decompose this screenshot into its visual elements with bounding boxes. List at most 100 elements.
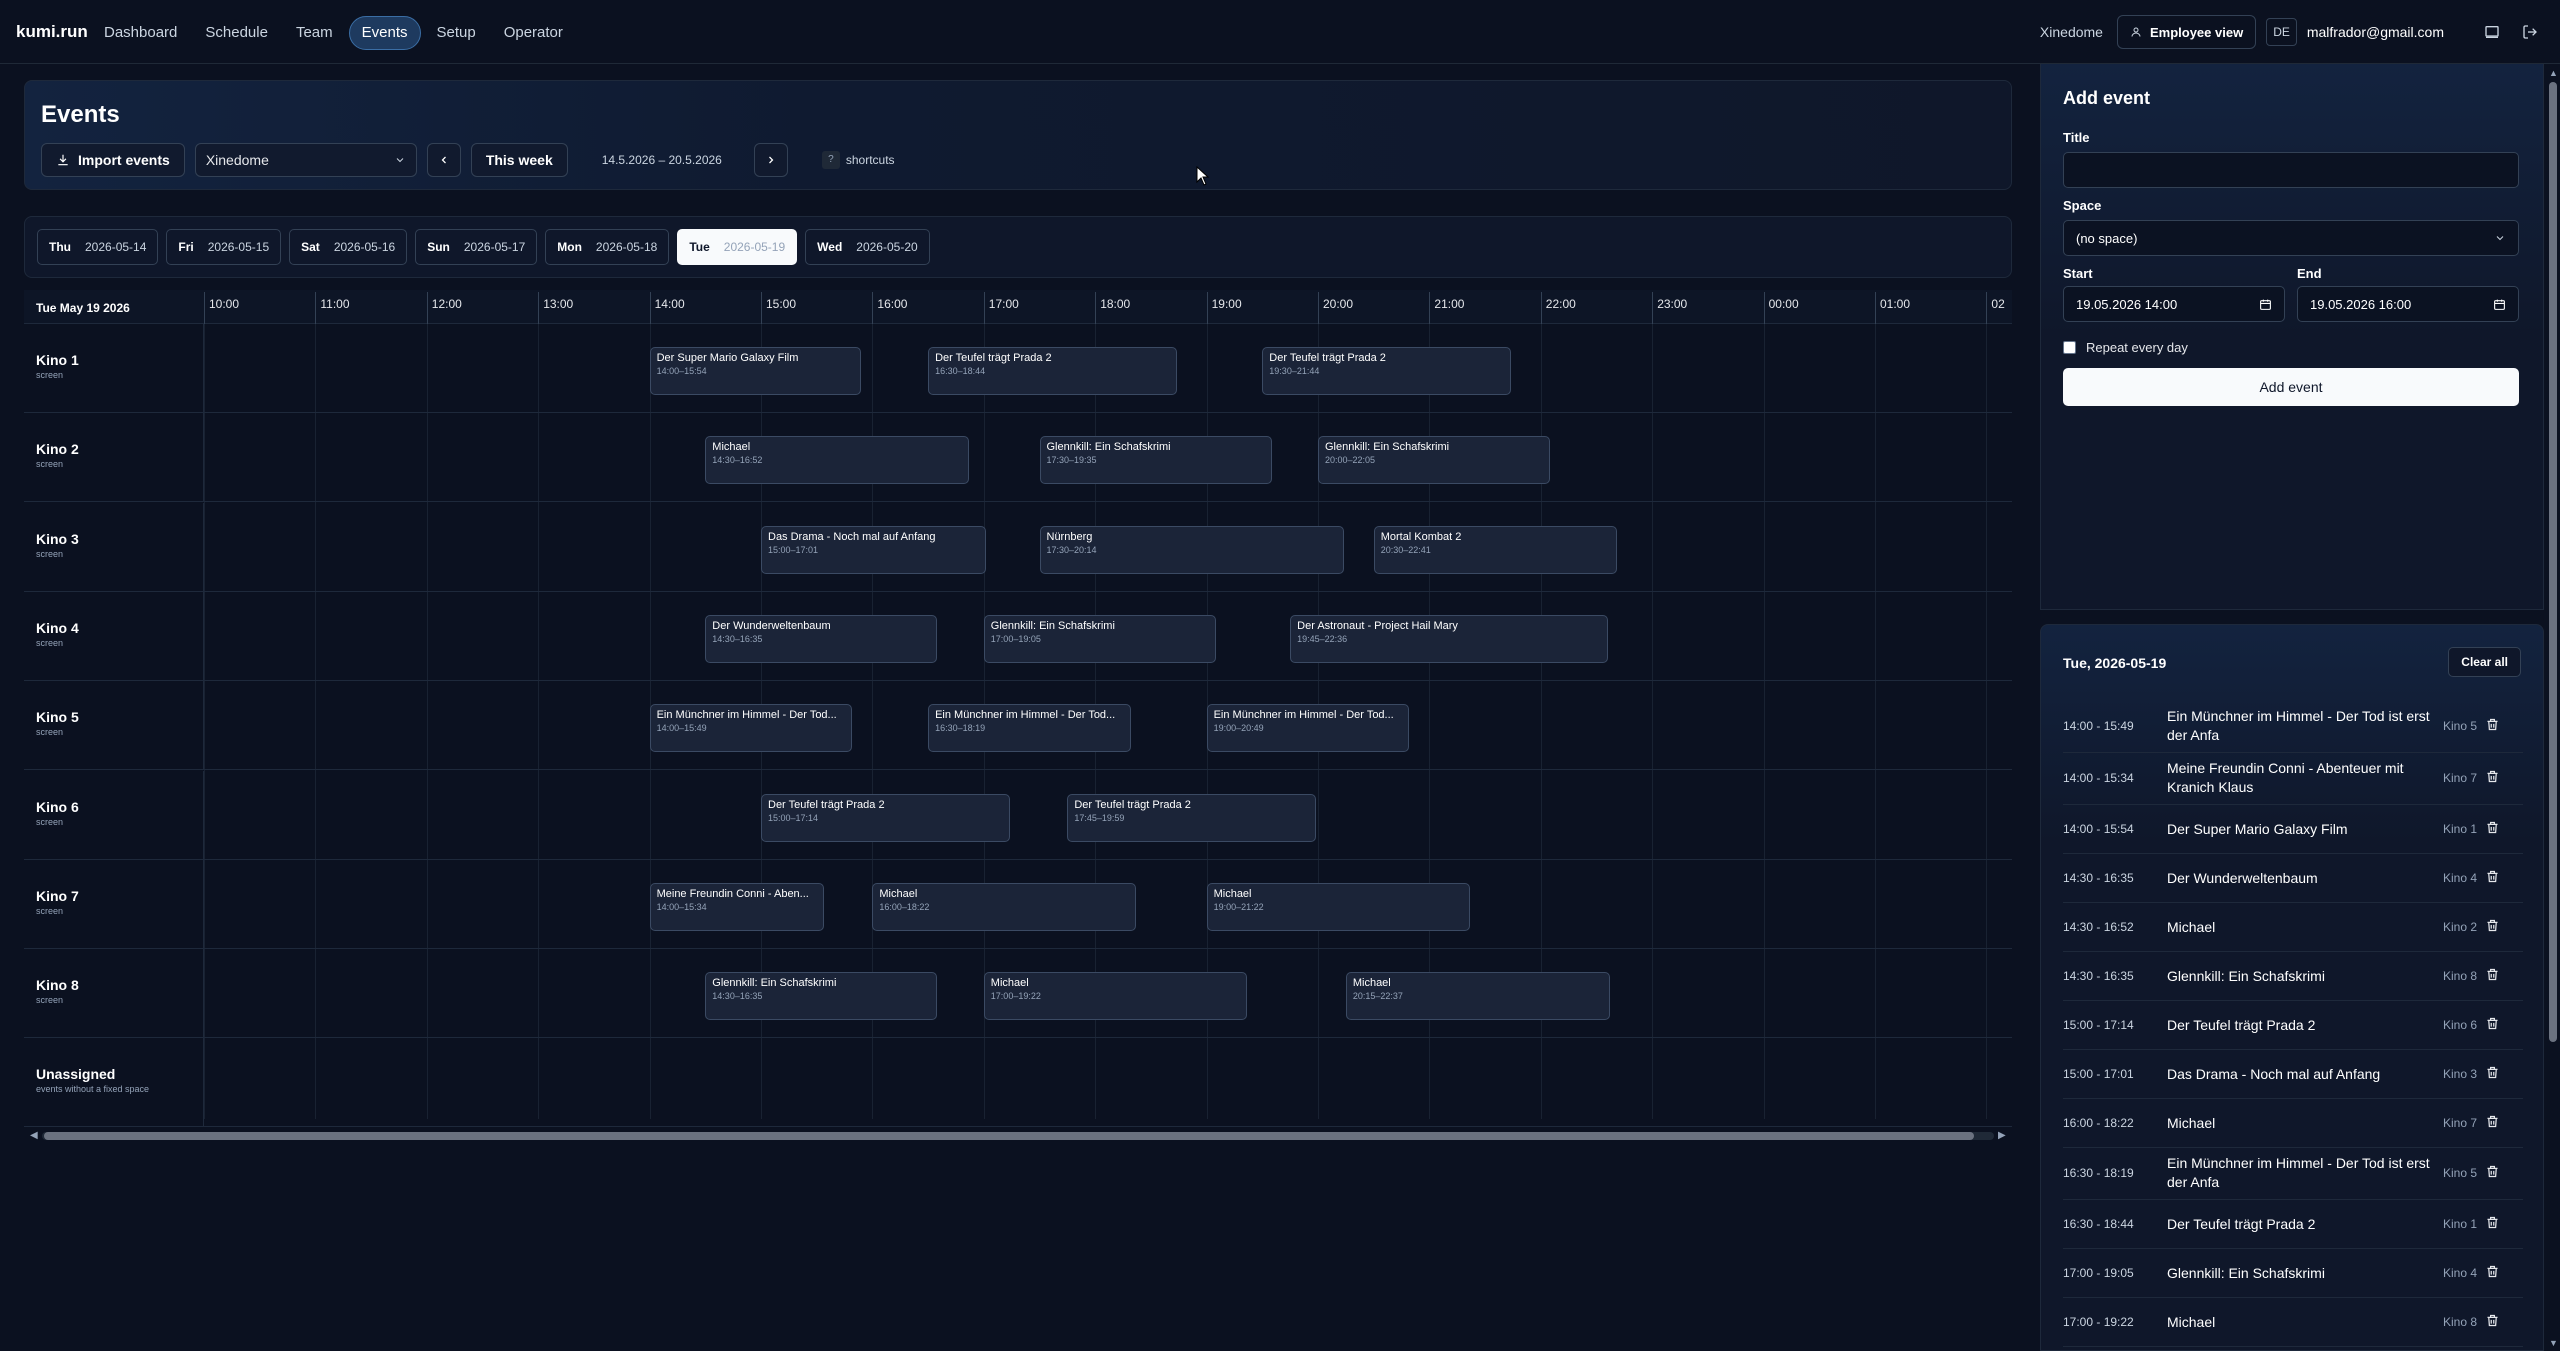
list-item[interactable]: 14:30 - 16:52 Michael Kino 2 (2063, 903, 2523, 952)
trash-icon[interactable] (2485, 820, 2505, 840)
trash-icon[interactable] (2485, 1313, 2505, 1333)
event-block[interactable]: Glennkill: Ein Schafskrimi 20:00–22:05 (1318, 436, 1551, 485)
event-block[interactable]: Ein Münchner im Himmel - Der Tod... 19:00… (1206, 704, 1409, 753)
day-tab-tue[interactable]: Tue 2026-05-19 (677, 229, 798, 265)
nav-link-team[interactable]: Team (284, 16, 345, 50)
event-block[interactable]: Ein Münchner im Himmel - Der Tod... 16:30… (928, 704, 1131, 753)
event-block[interactable]: Michael 17:00–19:22 (983, 972, 1248, 1021)
horizontal-scrollbar[interactable]: ◀ ▶ (24, 1128, 2012, 1142)
event-block[interactable]: Ein Münchner im Himmel - Der Tod... 14:00… (649, 704, 852, 753)
vertical-scrollbar[interactable]: ▲ ▼ (2546, 64, 2560, 1351)
event-block[interactable]: Der Teufel trägt Prada 2 17:45–19:59 (1067, 793, 1317, 842)
event-block[interactable]: Michael 14:30–16:52 (705, 436, 969, 485)
employee-view-button[interactable]: Employee view (2116, 15, 2257, 49)
add-event-button[interactable]: Add event (2063, 368, 2519, 406)
calendar-icon[interactable] (2259, 298, 2272, 311)
hour-label: 21:00 (1429, 292, 1464, 324)
nav-link-setup[interactable]: Setup (425, 16, 488, 50)
trash-icon[interactable] (2485, 1264, 2505, 1284)
import-events-button[interactable]: Import events (41, 143, 185, 177)
list-item[interactable]: 14:30 - 16:35 Glennkill: Ein Schafskrimi K… (2063, 952, 2523, 1001)
event-block[interactable]: Der Astronaut - Project Hail Mary 19:45–2… (1290, 614, 1608, 663)
trash-icon[interactable] (2485, 1016, 2505, 1036)
brand-logo[interactable]: kumi.run (16, 22, 88, 42)
list-item-title: Meine Freundin Conni - Abenteuer mit Kra… (2167, 760, 2404, 795)
event-title: Meine Freundin Conni - Aben... (656, 887, 809, 900)
language-switch[interactable]: DE (2266, 18, 2297, 46)
day-tab-sun[interactable]: Sun 2026-05-17 (415, 229, 538, 265)
trash-icon[interactable] (2485, 717, 2505, 737)
event-block[interactable]: Glennkill: Ein Schafskrimi 17:30–19:35 (1039, 436, 1272, 485)
event-block[interactable]: Glennkill: Ein Schafskrimi 14:30–16:35 (705, 972, 938, 1021)
shortcuts-hint[interactable]: ? shortcuts (821, 151, 895, 169)
event-block[interactable]: Der Teufel trägt Prada 2 15:00–17:14 (761, 793, 1010, 842)
trash-icon[interactable] (2485, 967, 2505, 987)
trash-icon[interactable] (2485, 769, 2505, 789)
space-label: Kino 5 screen (24, 681, 204, 770)
scroll-right-arrow[interactable]: ▶ (1998, 1130, 2006, 1141)
list-item[interactable]: 14:30 - 16:35 Der Wunderweltenbaum Kino 4 (2063, 854, 2523, 903)
space-type: screen (36, 727, 64, 738)
event-block[interactable]: Michael 16:00–18:22 (872, 882, 1137, 931)
event-time: 17:00–19:05 (990, 633, 1041, 644)
list-item[interactable]: 15:00 - 17:01 Das Drama - Noch mal auf An… (2063, 1050, 2523, 1099)
trash-icon[interactable] (2485, 1164, 2505, 1184)
list-item[interactable]: 14:00 - 15:54 Der Super Mario Galaxy Film… (2063, 805, 2523, 854)
day-tab-mon[interactable]: Mon 2026-05-18 (545, 229, 670, 265)
book-icon[interactable] (2478, 18, 2506, 46)
event-block[interactable]: Meine Freundin Conni - Aben... 14:00–15:3… (649, 882, 825, 931)
list-item-space: Kino 3 (2443, 1066, 2478, 1081)
event-block[interactable]: Glennkill: Ein Schafskrimi 17:00–19:05 (983, 614, 1216, 663)
repeat-daily-row: Repeat every day (2063, 340, 2188, 355)
list-item[interactable]: 14:00 - 15:34 Meine Freundin Conni - Aben… (2063, 753, 2523, 805)
list-item[interactable]: 16:00 - 18:22 Michael Kino 7 (2063, 1099, 2523, 1148)
scroll-thumb[interactable] (44, 1132, 1974, 1140)
start-datetime-input[interactable]: 19.05.2026 14:00 (2063, 286, 2285, 322)
event-block[interactable]: Mortal Kombat 2 20:30–22:41 (1373, 525, 1617, 574)
nav-link-operator[interactable]: Operator (492, 16, 575, 50)
nav-link-dashboard[interactable]: Dashboard (92, 16, 189, 50)
trash-icon[interactable] (2485, 1215, 2505, 1235)
event-block[interactable]: Nürnberg 17:30–20:14 (1039, 525, 1344, 574)
next-week-button[interactable] (753, 143, 788, 177)
list-item[interactable]: 15:00 - 17:14 Der Teufel trägt Prada 2 Kin… (2063, 1001, 2523, 1050)
scroll-left-arrow[interactable]: ◀ (30, 1130, 38, 1141)
day-tab-thu[interactable]: Thu 2026-05-14 (37, 229, 159, 265)
list-item[interactable]: 14:00 - 15:49 Ein Münchner im Himmel - De… (2063, 701, 2523, 753)
prev-week-button[interactable] (426, 143, 461, 177)
event-block[interactable]: Der Teufel trägt Prada 2 19:30–21:44 (1262, 347, 1512, 395)
event-block[interactable]: Der Super Mario Galaxy Film 14:00–15:54 (649, 347, 862, 395)
this-week-button[interactable]: This week (470, 143, 568, 177)
day-tab-sat[interactable]: Sat 2026-05-16 (289, 229, 408, 265)
nav-link-schedule[interactable]: Schedule (193, 16, 280, 50)
event-block[interactable]: Der Teufel trägt Prada 2 16:30–18:44 (928, 347, 1177, 395)
scroll-up-arrow[interactable]: ▲ (2549, 68, 2558, 78)
clear-all-button[interactable]: Clear all (2448, 647, 2521, 677)
day-tab-fri[interactable]: Fri 2026-05-15 (166, 229, 282, 265)
logout-icon[interactable] (2516, 18, 2544, 46)
calendar-icon[interactable] (2493, 298, 2506, 311)
start-datetime-value: 19.05.2026 14:00 (2076, 296, 2178, 312)
space-select[interactable]: (no space) (2063, 220, 2519, 256)
space-label: Kino 4 screen (24, 591, 204, 680)
list-item[interactable]: 17:00 - 19:22 Michael Kino 8 (2063, 1298, 2523, 1347)
trash-icon[interactable] (2485, 918, 2505, 938)
trash-icon[interactable] (2485, 1114, 2505, 1134)
event-block[interactable]: Michael 20:15–22:37 (1345, 972, 1610, 1021)
end-datetime-input[interactable]: 19.05.2026 16:00 (2297, 286, 2519, 322)
day-tab-wed[interactable]: Wed 2026-05-20 (805, 229, 930, 265)
list-item[interactable]: 17:00 - 19:05 Glennkill: Ein Schafskrimi K… (2063, 1249, 2523, 1298)
venue-select[interactable]: Xinedome (194, 143, 417, 177)
event-block[interactable]: Der Wunderweltenbaum 14:30–16:35 (705, 614, 938, 663)
trash-icon[interactable] (2485, 869, 2505, 889)
title-input[interactable] (2063, 152, 2519, 188)
list-item[interactable]: 16:30 - 18:19 Ein Münchner im Himmel - De… (2063, 1148, 2523, 1200)
scroll-down-arrow[interactable]: ▼ (2549, 1338, 2558, 1348)
event-block[interactable]: Das Drama - Noch mal auf Anfang 15:00–17:… (761, 525, 986, 574)
vertical-scroll-thumb[interactable] (2549, 82, 2557, 1042)
nav-link-events[interactable]: Events (348, 16, 421, 50)
list-item[interactable]: 16:30 - 18:44 Der Teufel trägt Prada 2 Kin… (2063, 1200, 2523, 1249)
repeat-daily-checkbox[interactable] (2063, 341, 2076, 354)
trash-icon[interactable] (2485, 1065, 2505, 1085)
event-block[interactable]: Michael 19:00–21:22 (1206, 882, 1471, 931)
